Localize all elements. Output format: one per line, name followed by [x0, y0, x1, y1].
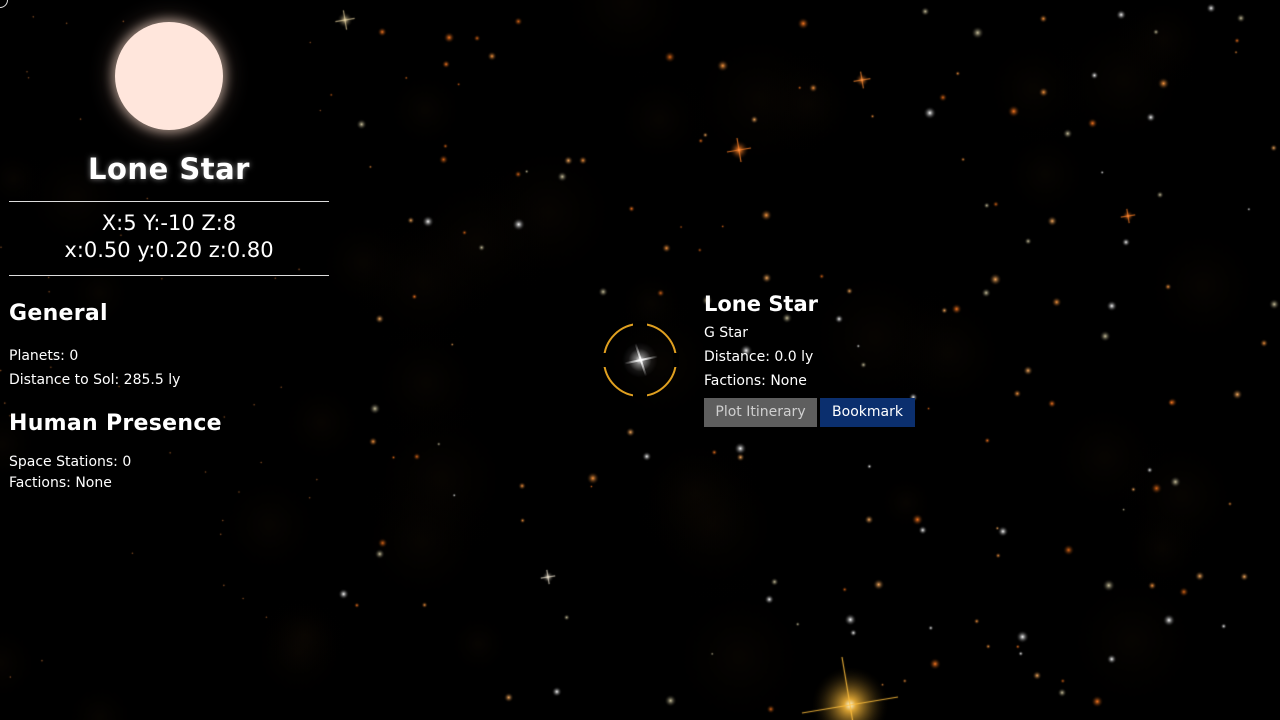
space-stations-count: Space Stations: 0 — [9, 454, 132, 470]
local-coordinates: x:0.50 y:0.20 z:0.80 — [64, 238, 274, 262]
grid-coordinates: X:5 Y:-10 Z:8 — [101, 211, 237, 235]
reticle-gap-right — [673, 353, 679, 367]
system-title: Lone Star — [88, 152, 250, 186]
planets-count: Planets: 0 — [9, 348, 79, 364]
tooltip-distance: Distance: 0.0 ly — [704, 349, 814, 365]
coordinates-block: X:5 Y:-10 Z:8 x:0.50 y:0.20 z:0.80 — [9, 210, 329, 264]
reticle-gap-left — [601, 353, 607, 367]
reticle-gap-top — [633, 321, 647, 327]
bookmark-button[interactable]: Bookmark — [820, 398, 915, 427]
divider-top — [9, 201, 329, 202]
star-preview-orb — [115, 22, 223, 130]
plot-itinerary-button[interactable]: Plot Itinerary — [704, 398, 817, 427]
selection-reticle-icon[interactable] — [601, 321, 679, 399]
panel-factions: Factions: None — [9, 475, 112, 491]
divider-bottom — [9, 275, 329, 276]
human-presence-heading: Human Presence — [9, 411, 222, 436]
distance-to-sol: Distance to Sol: 285.5 ly — [9, 372, 181, 388]
reticle-gap-bottom — [633, 393, 647, 399]
tooltip-star-name: Lone Star — [704, 292, 819, 316]
general-heading: General — [9, 301, 108, 326]
tooltip-star-class: G Star — [704, 325, 749, 341]
tooltip-factions: Factions: None — [704, 373, 807, 389]
